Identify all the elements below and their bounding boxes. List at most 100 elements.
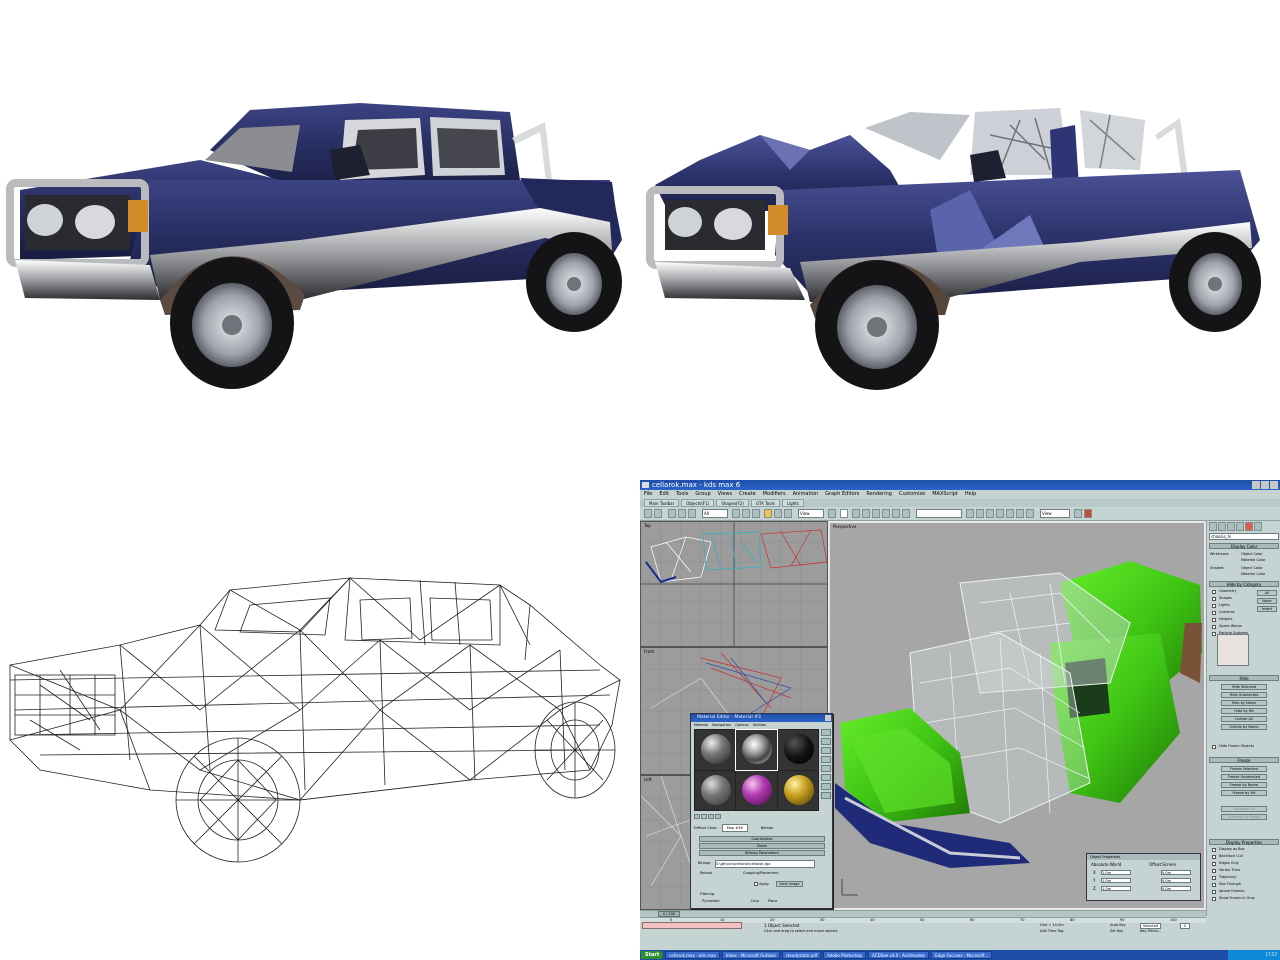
align-icon[interactable] [862, 509, 870, 518]
material-editor-icon[interactable] [1006, 509, 1014, 518]
me-menu-navigation[interactable]: Navigation [712, 722, 731, 728]
me-menu-options[interactable]: Options [735, 722, 749, 728]
map-name-field[interactable]: Map #58 [721, 824, 748, 832]
time-slider[interactable]: 0 / 100 [640, 911, 1206, 918]
select-scale-icon[interactable] [784, 509, 792, 518]
reference-coord-dropdown[interactable]: View [798, 509, 824, 518]
menu-create[interactable]: Create [739, 490, 756, 499]
off-z-field[interactable]: 0.0m [1161, 886, 1191, 891]
material-slot[interactable] [695, 770, 736, 810]
activeshade-icon[interactable] [1084, 509, 1092, 518]
layer-manager-icon[interactable] [976, 509, 984, 518]
mirror-tool-icon[interactable] [966, 509, 974, 518]
time-slider-thumb[interactable]: 0 / 100 [658, 911, 680, 917]
display-color-rollout[interactable]: Display Color [1209, 543, 1279, 549]
tab-main-toolbar[interactable]: Main Toolbar [644, 499, 680, 507]
transform-type-in-dialog[interactable]: Object Properties Absolute:World Offset:… [1086, 853, 1201, 901]
hide-particle-systems-checkbox[interactable] [1212, 632, 1216, 636]
abs-y-field[interactable]: 1.0m [1101, 878, 1131, 883]
noise-rollout[interactable]: Noise [699, 843, 825, 849]
pyramidal-radio[interactable]: Pyramidal [702, 899, 720, 903]
hide-space-warps-checkbox[interactable] [1212, 625, 1216, 629]
render-last-icon[interactable] [1074, 509, 1082, 518]
freeze-unselected-button[interactable]: Freeze Unselected [1221, 774, 1267, 780]
taskbar-item[interactable]: Inbox - Microsoft Outlook [721, 951, 780, 959]
hide-by-hit-button[interactable]: Hide by Hit [1221, 708, 1267, 714]
unfreeze-all-button[interactable]: Unfreeze All [1221, 806, 1267, 812]
close-icon[interactable] [825, 715, 831, 721]
wireframe-object-color-radio[interactable]: Object Color [1241, 552, 1263, 556]
tab-lights[interactable]: Lights [781, 499, 804, 507]
select-object-icon[interactable] [732, 509, 740, 518]
freeze-by-name-button[interactable]: Freeze by Name [1221, 782, 1267, 788]
select-rotate-icon[interactable] [774, 509, 782, 518]
object-color-swatch[interactable] [1217, 634, 1249, 666]
reset-map-icon[interactable] [715, 814, 722, 819]
hide-frozen-checkbox[interactable] [1212, 745, 1216, 749]
viewport-top[interactable]: Top [640, 521, 828, 647]
viewport-front-label[interactable]: Front [644, 649, 654, 654]
maxscript-listener[interactable] [642, 922, 742, 929]
vertex-ticks-checkbox[interactable] [1212, 869, 1216, 873]
material-slot[interactable] [735, 729, 778, 771]
taskbar-item[interactable]: ACDSee v4.0 - Acidmodels [868, 951, 930, 959]
me-menu-utilities[interactable]: Utilities [753, 722, 766, 728]
rect-selection-icon[interactable] [752, 509, 760, 518]
menu-rendering[interactable]: Rendering [866, 490, 892, 499]
viewport-perspective[interactable]: Perspective [828, 521, 1206, 910]
add-time-tag-button[interactable]: Add Time Tag [1040, 929, 1064, 933]
material-slot[interactable] [695, 730, 736, 770]
link-icon[interactable] [668, 509, 676, 518]
material-editor-title-bar[interactable]: Material Editor - Material #3 [691, 714, 832, 722]
menu-animation[interactable]: Animation [793, 490, 819, 499]
angle-snap-icon[interactable] [882, 509, 890, 518]
hide-geometry-checkbox[interactable] [1212, 590, 1216, 594]
hierarchy-tab-icon[interactable] [1227, 522, 1235, 531]
trajectory-checkbox[interactable] [1212, 876, 1216, 880]
reload-button[interactable]: Reload [700, 871, 712, 875]
unhide-all-button[interactable]: Unhide All [1221, 716, 1267, 722]
minimize-button[interactable] [1252, 481, 1260, 489]
freeze-selected-button[interactable]: Freeze Selected [1221, 766, 1267, 772]
axis-constraint-icon[interactable] [840, 509, 848, 518]
unfreeze-by-name-button[interactable]: Unfreeze by Name [1221, 814, 1267, 820]
named-selection-dropdown[interactable] [916, 509, 962, 518]
hide-shapes-checkbox[interactable] [1212, 597, 1216, 601]
menu-edit[interactable]: Edit [659, 490, 669, 499]
freeze-by-hit-button[interactable]: Freeze by Hit [1221, 790, 1267, 796]
bind-space-warp-icon[interactable] [688, 509, 696, 518]
abs-x-field[interactable]: 1.0m [1101, 870, 1131, 875]
object-name-field[interactable]: chassis_hi [1209, 533, 1279, 540]
select-by-name-icon[interactable] [742, 509, 750, 518]
maximize-button[interactable] [1261, 481, 1269, 489]
display-tab-icon[interactable] [1245, 522, 1253, 531]
material-slot[interactable] [736, 770, 777, 810]
backlight-icon[interactable] [821, 738, 831, 745]
wireframe-material-color-radio[interactable]: Material Color [1241, 558, 1265, 562]
taskbar-item[interactable]: Edge Focuses - Microsoft... [931, 951, 993, 959]
tab-objects[interactable]: Objects(F1) [681, 499, 715, 507]
coordinates-rollout[interactable]: Coordinates [699, 836, 825, 842]
utilities-tab-icon[interactable] [1254, 522, 1262, 531]
taskbar-item[interactable]: cellarok.max - kds max [665, 951, 720, 959]
motion-tab-icon[interactable] [1236, 522, 1244, 531]
menu-views[interactable]: Views [718, 490, 732, 499]
apply-checkbox[interactable] [754, 882, 758, 886]
spinner-snap-icon[interactable] [902, 509, 910, 518]
unlink-icon[interactable] [678, 509, 686, 518]
menu-graph-editors[interactable]: Graph Editors [825, 490, 859, 499]
off-x-field[interactable]: 0.0m [1161, 870, 1191, 875]
unhide-by-name-button[interactable]: Unhide by Name [1221, 724, 1267, 730]
video-check-icon[interactable] [821, 765, 831, 772]
category-invert-button[interactable]: Invert [1257, 606, 1277, 612]
viewport-perspective-label[interactable]: Perspective [833, 524, 856, 529]
schematic-view-icon[interactable] [996, 509, 1004, 518]
set-key-button[interactable]: Set Key [1110, 929, 1123, 933]
viewport-top-label[interactable]: Top [644, 523, 651, 528]
percent-snap-icon[interactable] [892, 509, 900, 518]
backface-cull-checkbox[interactable] [1212, 855, 1216, 859]
menu-tools[interactable]: Tools [676, 490, 688, 499]
category-all-button[interactable]: All [1257, 590, 1277, 596]
bitmap-parameters-rollout[interactable]: Bitmap Parameters [699, 850, 825, 856]
close-button[interactable] [1270, 481, 1278, 489]
